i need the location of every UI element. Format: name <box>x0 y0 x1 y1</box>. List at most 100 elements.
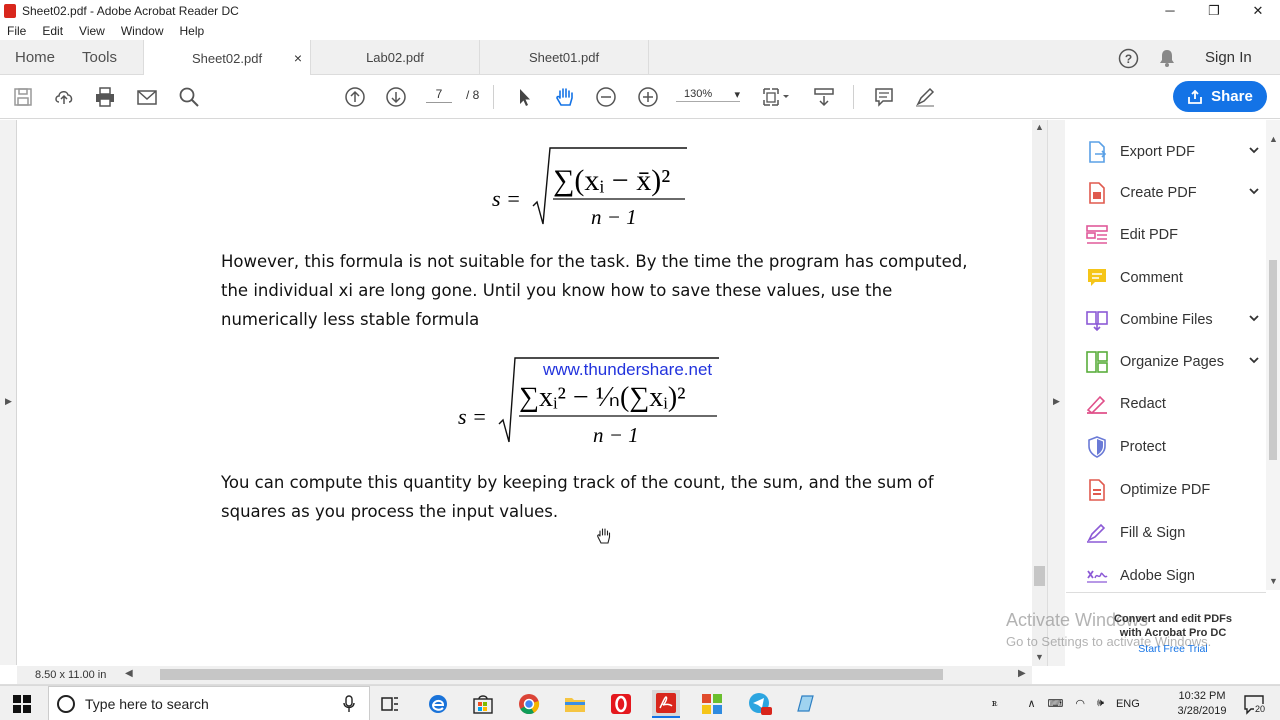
right-panel-toggle[interactable]: ▶ <box>1047 120 1065 666</box>
tool-redact[interactable]: Redact <box>1086 389 1266 419</box>
upload-cloud-icon[interactable] <box>52 85 76 109</box>
acrobat-taskbar-icon[interactable] <box>652 690 680 718</box>
scroll-up-arrow-icon[interactable]: ▲ <box>1269 134 1278 144</box>
previous-page-icon[interactable] <box>343 85 367 109</box>
horizontal-scroll-thumb[interactable] <box>160 669 943 680</box>
zoom-in-icon[interactable] <box>636 85 660 109</box>
scroll-down-arrow-icon[interactable]: ▼ <box>1269 576 1278 586</box>
tools-panel-scroll-thumb[interactable] <box>1269 260 1277 460</box>
tab-lab02[interactable]: Lab02.pdf <box>311 40 480 75</box>
zoom-value: 130% <box>684 88 713 100</box>
vertical-scrollbar[interactable]: ▲ ▼ <box>1032 120 1047 666</box>
select-cursor-icon[interactable] <box>512 85 536 109</box>
save-icon[interactable] <box>11 85 35 109</box>
zoom-select[interactable]: 130% ▾ <box>676 88 740 102</box>
language-indicator[interactable]: ENG <box>1116 698 1140 710</box>
zoom-out-icon[interactable] <box>594 85 618 109</box>
file-explorer-icon[interactable] <box>561 690 589 718</box>
menu-view[interactable]: View <box>79 24 105 38</box>
start-free-trial-link[interactable]: Start Free Trial <box>1090 642 1256 656</box>
taskbar-clock[interactable]: 10:32 PM 3/28/2019 <box>1172 689 1232 719</box>
tool-fill-sign[interactable]: Fill & Sign <box>1086 518 1266 548</box>
scroll-right-arrow-icon[interactable]: ▶ <box>1018 668 1026 679</box>
menu-window[interactable]: Window <box>121 24 164 38</box>
store-icon[interactable] <box>469 690 497 718</box>
keyboard-icon[interactable]: ⌨ <box>1048 697 1064 710</box>
tool-combine-files[interactable]: Combine Files <box>1086 305 1266 335</box>
collapse-right-arrow-icon[interactable]: ▶ <box>1053 396 1060 407</box>
chevron-down-icon[interactable] <box>1248 185 1260 201</box>
notifications-icon[interactable]: 20 <box>1240 690 1268 718</box>
search-placeholder: Type here to search <box>85 695 209 712</box>
telegram-icon[interactable] <box>746 690 774 718</box>
share-button[interactable]: Share <box>1173 81 1267 112</box>
tool-create-pdf[interactable]: Create PDF <box>1086 178 1266 208</box>
tool-label: Protect <box>1120 439 1166 455</box>
fit-page-icon[interactable] <box>760 85 792 109</box>
tools-panel: Export PDF Create PDF Edit PDF Comment C… <box>1066 120 1280 684</box>
volume-icon[interactable]: 🕪 <box>1097 697 1104 710</box>
clock-time: 10:32 PM <box>1178 690 1226 702</box>
chevron-down-icon[interactable] <box>1248 144 1260 160</box>
task-view-icon[interactable] <box>376 690 404 718</box>
tool-comment[interactable]: Comment <box>1086 263 1266 293</box>
chrome-icon[interactable] <box>515 690 543 718</box>
tool-edit-pdf[interactable]: Edit PDF <box>1086 220 1266 250</box>
search-icon[interactable] <box>177 85 201 109</box>
expand-left-arrow-icon[interactable]: ▶ <box>5 396 12 407</box>
scroll-up-arrow-icon[interactable]: ▲ <box>1035 122 1044 132</box>
document-view[interactable]: s = ∑(xᵢ − x̄)² n − 1 However, this form… <box>17 120 1032 666</box>
help-icon[interactable]: ? <box>1118 48 1139 72</box>
print-icon[interactable] <box>93 85 117 109</box>
tool-export-pdf[interactable]: Export PDF <box>1086 137 1266 167</box>
tab-tools[interactable]: Tools <box>82 40 117 75</box>
edge-browser-icon[interactable] <box>424 690 452 718</box>
tool-protect[interactable]: Protect <box>1086 432 1266 462</box>
scroll-down-arrow-icon[interactable]: ▼ <box>1035 652 1044 662</box>
tab-sheet02[interactable]: Sheet02.pdf × <box>143 40 311 76</box>
chevron-down-icon[interactable] <box>1248 312 1260 328</box>
hand-tool-icon[interactable] <box>553 85 577 109</box>
comment-tool-icon[interactable] <box>872 85 896 109</box>
scroll-mode-icon[interactable] <box>812 85 836 109</box>
show-hidden-icons-icon[interactable]: ∧ <box>1027 697 1035 710</box>
horizontal-scrollbar[interactable]: ◀ ▶ <box>17 666 1032 684</box>
tool-label: Optimize PDF <box>1120 482 1211 498</box>
pen-tool-icon[interactable] <box>913 85 937 109</box>
tool-optimize-pdf[interactable]: Optimize PDF <box>1086 475 1266 505</box>
people-icon[interactable]: ꭱ <box>992 697 997 710</box>
email-icon[interactable] <box>135 85 159 109</box>
chevron-down-icon[interactable] <box>1248 354 1260 370</box>
minimize-button[interactable]: ─ <box>1148 0 1192 21</box>
opera-icon[interactable] <box>607 690 635 718</box>
notepad-app-icon[interactable] <box>791 690 819 718</box>
scroll-left-arrow-icon[interactable]: ◀ <box>125 668 133 679</box>
close-button[interactable]: ✕ <box>1236 0 1280 21</box>
tab-close-icon[interactable]: × <box>294 50 302 66</box>
menu-help[interactable]: Help <box>180 24 205 38</box>
protect-icon <box>1086 436 1108 458</box>
current-page-input[interactable]: 7 <box>426 87 452 103</box>
microphone-icon[interactable] <box>343 694 355 713</box>
windows-start-icon[interactable] <box>8 690 36 718</box>
bell-icon[interactable] <box>1158 48 1176 71</box>
left-panel-collapsed[interactable]: ▶ <box>0 120 17 665</box>
menu-edit[interactable]: Edit <box>42 24 63 38</box>
tab-sheet01[interactable]: Sheet01.pdf <box>480 40 649 75</box>
taskbar-search-box[interactable]: Type here to search <box>48 686 370 720</box>
menu-file[interactable]: File <box>7 24 26 38</box>
system-tray: ꭱ ∧ ⌨ ◠ 🕪 ENG <box>992 686 1140 720</box>
sign-in-link[interactable]: Sign In <box>1205 40 1252 75</box>
svg-text:∑(xᵢ − x̄)²: ∑(xᵢ − x̄)² <box>553 164 670 197</box>
svg-text:n − 1: n − 1 <box>593 423 639 447</box>
tool-organize-pages[interactable]: Organize Pages <box>1086 347 1266 377</box>
promo-line-1: Convert and edit PDFs <box>1114 613 1232 625</box>
vertical-scroll-thumb[interactable] <box>1034 566 1045 586</box>
tab-home[interactable]: Home <box>15 40 55 75</box>
tool-adobe-sign[interactable]: Adobe Sign <box>1086 561 1266 591</box>
spreadsheet-app-icon[interactable] <box>698 690 726 718</box>
tools-panel-scrollbar[interactable]: ▲ ▼ <box>1266 120 1280 590</box>
wifi-icon[interactable]: ◠ <box>1075 697 1085 710</box>
next-page-icon[interactable] <box>384 85 408 109</box>
maximize-button[interactable]: ❐ <box>1192 0 1236 21</box>
